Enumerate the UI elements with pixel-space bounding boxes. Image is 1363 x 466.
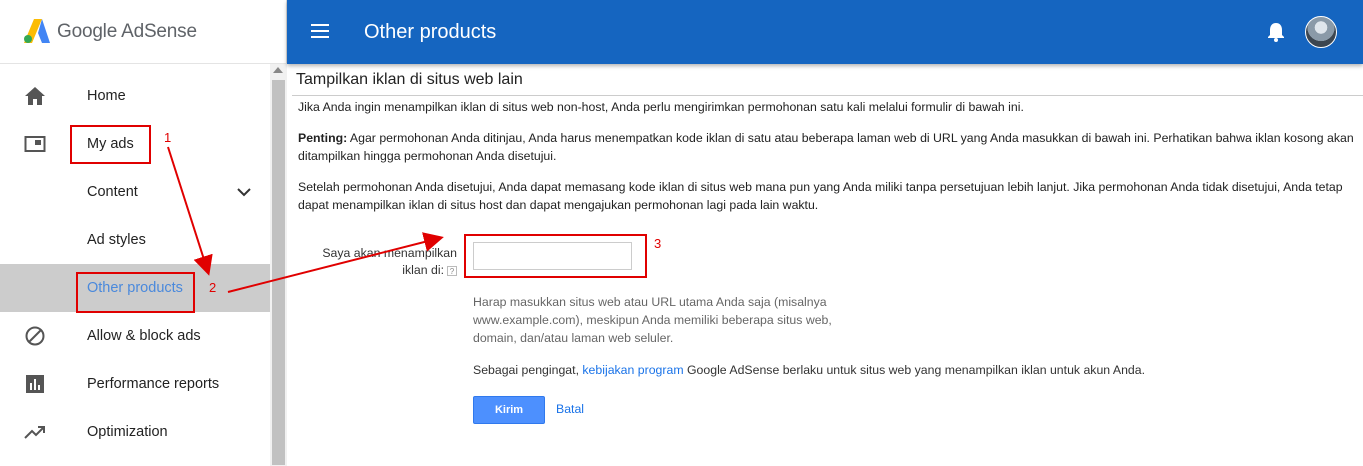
approval-text: Setelah permohonan Anda disetujui, Anda … <box>298 180 1343 212</box>
annotation-box-other-products <box>76 272 195 313</box>
adsense-logo-icon <box>24 19 50 43</box>
sidebar-scroll-thumb[interactable] <box>272 80 285 465</box>
bell-icon[interactable] <box>1267 22 1285 42</box>
sidebar-item-allow-block-ads[interactable]: Allow & block ads <box>0 312 270 360</box>
intro-text: Jika Anda ingin menampilkan iklan di sit… <box>298 100 1024 114</box>
sidebar-item-home[interactable]: Home <box>0 72 270 120</box>
sidebar-item-performance-reports[interactable]: Performance reports <box>0 360 270 408</box>
sidebar-item-optimization[interactable]: Optimization <box>0 408 270 456</box>
site-hint: Harap masukkan situs web atau URL utama … <box>473 295 832 345</box>
main-content: Tampilkan iklan di situs web lain Jika A… <box>287 64 1363 466</box>
annotation-number-2: 2 <box>209 280 217 295</box>
bar-chart-icon <box>26 375 44 393</box>
scroll-up-icon[interactable] <box>273 67 283 73</box>
block-icon <box>25 326 45 346</box>
site-field-label: Saya akan menampilkan iklan di:? <box>307 245 457 279</box>
menu-icon[interactable] <box>311 24 329 38</box>
annotation-number-1: 1 <box>164 130 172 145</box>
avatar[interactable] <box>1305 16 1337 48</box>
reminder-suffix: Google AdSense berlaku untuk situs web y… <box>683 363 1146 377</box>
policy-reminder: Sebagai pengingat, kebijakan program Goo… <box>473 363 1145 377</box>
home-icon <box>25 87 45 105</box>
trending-up-icon <box>24 426 45 439</box>
ads-icon <box>24 136 46 152</box>
annotation-box-site-input <box>464 234 647 278</box>
important-label: Penting: <box>298 131 348 145</box>
sidebar-item-label: Content <box>87 184 138 200</box>
important-text: Penting: Agar permohonan Anda ditinjau, … <box>298 129 1358 165</box>
sidebar-item-label: Ad styles <box>87 232 146 248</box>
sidebar: Google AdSense Home My ads Content Ad st… <box>0 0 287 466</box>
sidebar-item-label: Performance reports <box>87 376 220 392</box>
sidebar-item-label: Optimization <box>87 424 168 440</box>
help-icon[interactable]: ? <box>447 265 457 276</box>
section-title: Tampilkan iklan di situs web lain <box>296 71 523 88</box>
page-title: Other products <box>364 21 497 43</box>
site-field-label-line2: iklan di: <box>402 263 444 277</box>
cancel-link[interactable]: Batal <box>556 402 584 416</box>
annotation-box-my-ads <box>70 125 151 164</box>
annotation-number-3: 3 <box>654 236 662 251</box>
program-policy-link[interactable]: kebijakan program <box>582 363 683 377</box>
sidebar-item-ad-styles[interactable]: Ad styles <box>0 216 270 264</box>
brand-header: Google AdSense <box>0 0 287 64</box>
submit-button[interactable]: Kirim <box>473 396 545 424</box>
chevron-down-icon[interactable] <box>236 184 252 200</box>
sidebar-item-label: Home <box>87 88 126 104</box>
sidebar-item-label: Allow & block ads <box>87 328 201 344</box>
top-app-bar: Other products <box>287 0 1363 64</box>
reminder-prefix: Sebagai pengingat, <box>473 363 583 377</box>
important-body: Agar permohonan Anda ditinjau, Anda haru… <box>298 131 1354 163</box>
title-divider <box>292 95 1363 96</box>
sidebar-item-content[interactable]: Content <box>0 168 270 216</box>
site-field-label-line1: Saya akan menampilkan <box>322 246 457 260</box>
brand-name: Google AdSense <box>57 21 197 42</box>
